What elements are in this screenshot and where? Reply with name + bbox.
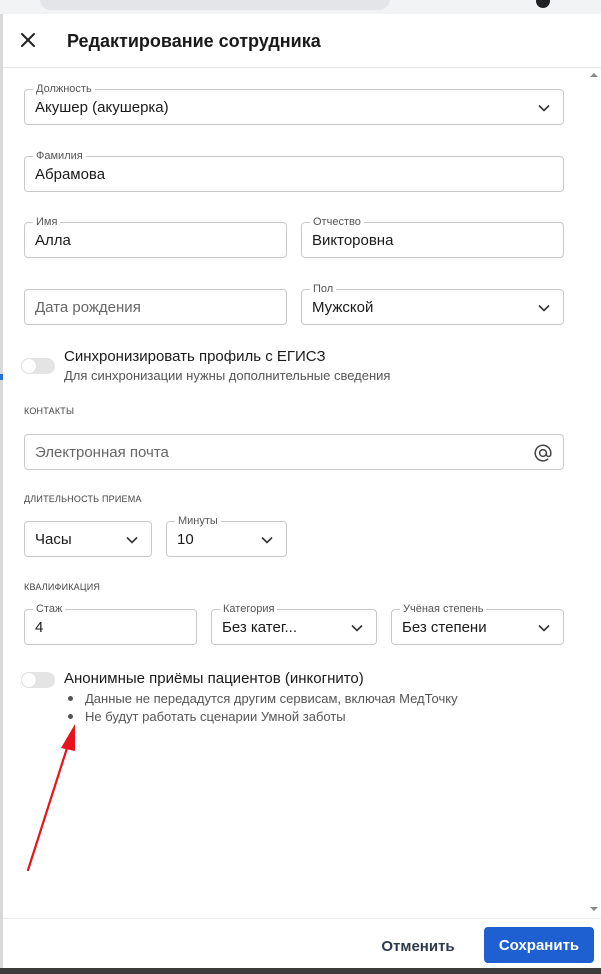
scroll-down-icon[interactable] [589,904,599,914]
toggle-knob [22,359,36,373]
experience-label: Стаж [33,602,66,616]
browser-address-pill [40,0,390,10]
save-button[interactable]: Сохранить [484,927,594,963]
dialog-title: Редактирование сотрудника [67,31,321,51]
anonymous-note: Не будут работать сценарии Умной заботы [64,708,458,726]
gender-label: Пол [310,282,337,296]
dialog-footer: Отменить Сохранить [3,918,601,974]
birth-date-placeholder: Дата рождения [35,299,141,316]
sync-egisz-title: Синхронизировать профиль с ЕГИСЗ [64,348,326,365]
browser-profile-icon [536,0,550,8]
chevron-down-icon [537,101,551,115]
toggle-knob [22,673,36,687]
email-field[interactable]: Электронная почта [24,434,564,470]
hours-value: Часы [35,531,72,548]
dialog-header: Редактирование сотрудника [3,14,601,68]
patronymic-field[interactable]: Отчество Викторовна [301,215,564,258]
duration-section-label: ДЛИТЕЛЬНОСТЬ ПРИЕМА [24,494,142,504]
gender-select[interactable]: Пол Мужской [301,282,564,325]
chevron-down-icon [537,621,551,635]
sync-egisz-toggle[interactable] [21,358,55,374]
position-select[interactable]: Должность Акушер (акушерка) [24,82,564,125]
anonymous-notes: Данные не передадутся другим сервисам, в… [64,690,458,726]
scroll-up-icon[interactable] [589,70,599,80]
browser-top-strip [0,0,601,14]
experience-value: 4 [35,619,44,636]
degree-select[interactable]: Учёная степень Без степени [391,602,564,645]
minutes-select[interactable]: Минуты 10 [166,514,287,557]
position-value: Акушер (акушерка) [35,99,169,116]
hours-select[interactable]: Часы [24,521,152,557]
first-name-label: Имя [33,215,61,229]
page-background-mark [0,374,3,380]
close-icon [21,33,35,47]
qualification-section-label: КВАЛИФИКАЦИЯ [24,582,101,592]
last-name-value: Абрамова [35,166,106,183]
contacts-section-label: КОНТАКТЫ [24,406,75,416]
page-background-edge [0,14,3,974]
cancel-button[interactable]: Отменить [371,929,465,963]
experience-field[interactable]: Стаж 4 [24,602,197,645]
category-value: Без катег... [222,619,297,636]
at-sign-icon [533,443,553,463]
close-button[interactable] [17,29,39,51]
email-placeholder: Электронная почта [35,444,169,461]
minutes-label: Минуты [175,514,221,528]
degree-label: Учёная степень [400,602,487,616]
degree-value: Без степени [402,619,487,636]
anonymous-toggle[interactable] [21,672,55,688]
category-select[interactable]: Категория Без катег... [211,602,377,645]
category-label: Категория [220,602,278,616]
patronymic-value: Викторовна [312,232,394,249]
window-bottom-edge [0,968,601,974]
minutes-value: 10 [177,531,194,548]
last-name-label: Фамилия [33,149,86,163]
gender-value: Мужской [312,299,374,316]
chevron-down-icon [537,301,551,315]
first-name-field[interactable]: Имя Алла [24,215,287,258]
sync-egisz-subtitle: Для синхронизации нужны дополнительные с… [64,368,391,383]
last-name-field[interactable]: Фамилия Абрамова [24,149,564,192]
position-label: Должность [33,82,95,96]
chevron-down-icon [260,533,274,547]
anonymous-note: Данные не передадутся другим сервисам, в… [64,690,458,708]
birth-date-field[interactable]: Дата рождения [24,289,287,325]
first-name-value: Алла [35,232,71,249]
anonymous-title: Анонимные приёмы пациентов (инкогнито) [64,670,364,687]
annotation-arrow [26,724,75,872]
chevron-down-icon [350,621,364,635]
chevron-down-icon [125,533,139,547]
patronymic-label: Отчество [310,215,364,229]
